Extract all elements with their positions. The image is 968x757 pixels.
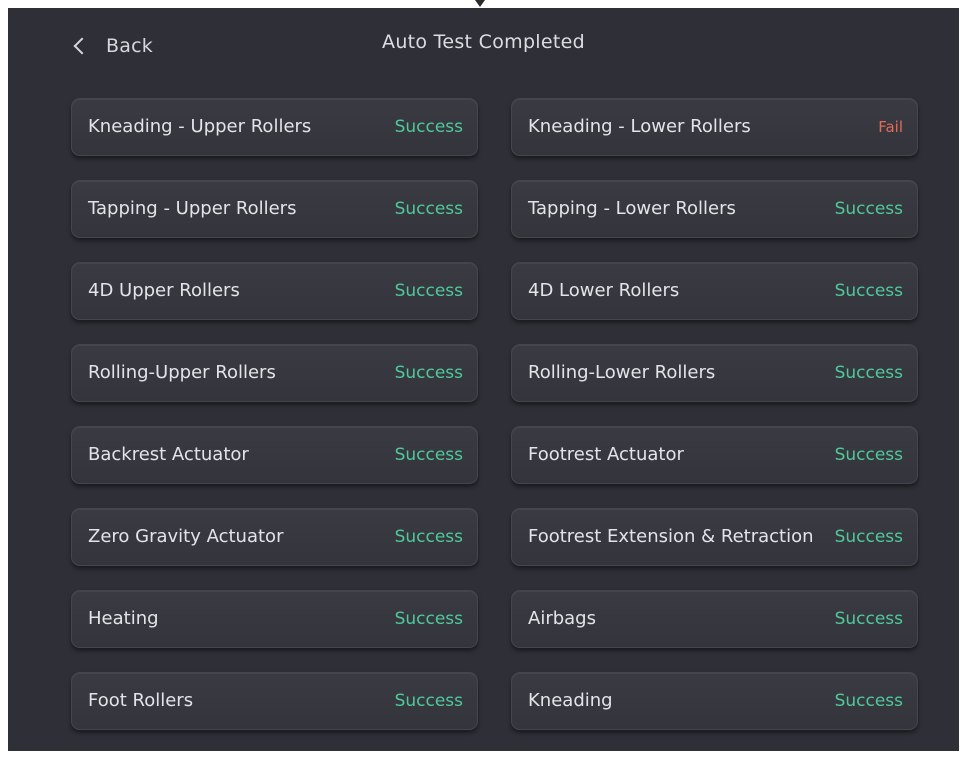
test-status: Success [834, 691, 903, 711]
test-result-card[interactable]: Kneading Success [511, 672, 918, 730]
test-result-card[interactable]: Footrest Extension & Retraction Success [511, 508, 918, 566]
test-status: Success [394, 281, 463, 301]
test-result-card[interactable]: 4D Upper Rollers Success [71, 262, 478, 320]
test-status: Success [394, 445, 463, 465]
test-status: Fail [878, 118, 903, 136]
test-result-card[interactable]: 4D Lower Rollers Success [511, 262, 918, 320]
test-status: Success [834, 609, 903, 629]
test-result-card[interactable]: Tapping - Upper Rollers Success [71, 180, 478, 238]
test-results-grid: Kneading - Upper Rollers Success Kneading … [71, 98, 918, 730]
page-title: Auto Test Completed [382, 31, 585, 53]
test-name: Kneading [528, 689, 613, 711]
test-status: Success [834, 527, 903, 547]
test-status: Success [394, 363, 463, 383]
test-result-card[interactable]: Foot Rollers Success [71, 672, 478, 730]
test-name: Tapping - Upper Rollers [88, 197, 297, 219]
test-name: Rolling-Upper Rollers [88, 361, 276, 383]
test-name: Rolling-Lower Rollers [528, 361, 716, 383]
test-status: Success [834, 281, 903, 301]
test-name: Kneading - Lower Rollers [528, 115, 751, 137]
test-result-card[interactable]: Rolling-Upper Rollers Success [71, 344, 478, 402]
test-status: Success [394, 691, 463, 711]
test-name: Backrest Actuator [88, 443, 249, 465]
header-bar: Back Auto Test Completed [8, 8, 959, 84]
test-status: Success [394, 527, 463, 547]
test-name: Kneading - Upper Rollers [88, 115, 312, 137]
test-status: Success [394, 199, 463, 219]
test-name: Foot Rollers [88, 689, 194, 711]
app-screen: Back Auto Test Completed Kneading - Uppe… [8, 8, 959, 751]
test-result-card[interactable]: Airbags Success [511, 590, 918, 648]
test-name: Tapping - Lower Rollers [528, 197, 736, 219]
test-result-card[interactable]: Backrest Actuator Success [71, 426, 478, 484]
test-name: Airbags [528, 607, 596, 629]
test-status: Success [834, 445, 903, 465]
test-name: Zero Gravity Actuator [88, 525, 284, 547]
test-result-card[interactable]: Kneading - Upper Rollers Success [71, 98, 478, 156]
test-name: 4D Lower Rollers [528, 279, 680, 301]
test-status: Success [394, 609, 463, 629]
test-name: 4D Upper Rollers [88, 279, 240, 301]
test-result-card[interactable]: Heating Success [71, 590, 478, 648]
test-name: Heating [88, 607, 159, 629]
top-notch-marker [475, 0, 485, 7]
test-name: Footrest Extension & Retraction [528, 525, 814, 547]
test-result-card[interactable]: Kneading - Lower Rollers Fail [511, 98, 918, 156]
test-result-card[interactable]: Footrest Actuator Success [511, 426, 918, 484]
test-result-card[interactable]: Tapping - Lower Rollers Success [511, 180, 918, 238]
test-status: Success [834, 199, 903, 219]
test-status: Success [834, 363, 903, 383]
test-name: Footrest Actuator [528, 443, 684, 465]
test-result-card[interactable]: Rolling-Lower Rollers Success [511, 344, 918, 402]
test-status: Success [394, 117, 463, 137]
test-result-card[interactable]: Zero Gravity Actuator Success [71, 508, 478, 566]
